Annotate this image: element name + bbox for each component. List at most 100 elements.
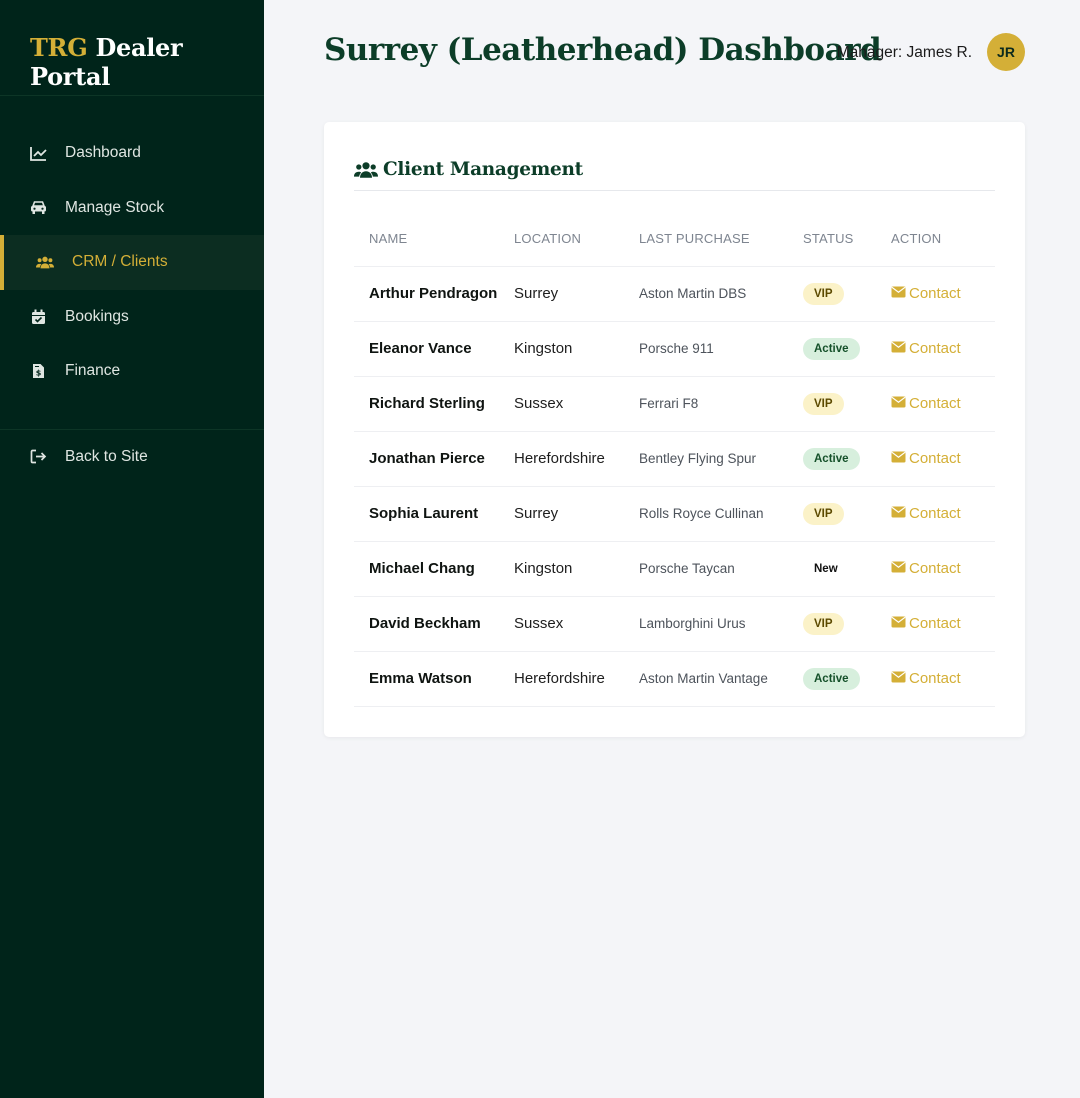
table-header-row: NAME LOCATION LAST PURCHASE STATUS ACTIO… [354, 211, 995, 267]
client-status-cell: Active [803, 431, 891, 487]
client-name: Arthur Pendragon [354, 266, 514, 322]
back-to-site-label: Back to Site [65, 447, 148, 465]
envelope-icon [891, 615, 909, 632]
client-action-cell: Contact [891, 486, 995, 542]
status-badge: Active [803, 447, 860, 470]
contact-label: Contact [909, 670, 961, 687]
client-status-cell: New [803, 541, 891, 597]
sidebar-divider: Back to Site [0, 428, 264, 484]
sidebar-item-label: Manage Stock [65, 198, 165, 216]
client-action-cell: Contact [891, 321, 995, 377]
client-action-cell: Contact [891, 266, 995, 322]
contact-button[interactable]: Contact [891, 670, 961, 687]
calendar-check-icon [29, 308, 47, 326]
client-status-cell: Active [803, 651, 891, 707]
page-title: Surrey (Leatherhead) Dashboard [324, 32, 882, 68]
table-row[interactable]: Michael Chang Kingston Porsche Taycan New Co… [354, 541, 995, 597]
sidebar-item-crm-clients[interactable]: CRM / Clients [0, 235, 264, 290]
client-action-cell: Contact [891, 541, 995, 597]
client-location: Surrey [514, 266, 639, 322]
client-name: Richard Sterling [354, 376, 514, 432]
avatar[interactable]: JR [987, 33, 1025, 71]
contact-label: Contact [909, 560, 961, 577]
card-title: Client Management [383, 159, 583, 180]
contact-button[interactable]: Contact [891, 505, 961, 522]
column-header-last-purchase[interactable]: LAST PURCHASE [639, 211, 803, 267]
sidebar-item-bookings[interactable]: Bookings [0, 290, 264, 345]
table-row[interactable]: Jonathan Pierce Herefordshire Bentley Flyi… [354, 431, 995, 487]
clients-table: NAME LOCATION LAST PURCHASE STATUS ACTIO… [354, 211, 995, 707]
client-location: Sussex [514, 596, 639, 652]
client-name: David Beckham [354, 596, 514, 652]
table-row[interactable]: Emma Watson Herefordshire Aston Martin Van… [354, 651, 995, 707]
contact-button[interactable]: Contact [891, 615, 961, 632]
table-row[interactable]: Eleanor Vance Kingston Porsche 911 Active Co… [354, 321, 995, 377]
sidebar-item-label: Bookings [65, 307, 129, 325]
column-header-location[interactable]: LOCATION [514, 211, 639, 267]
sign-out-icon [29, 448, 47, 466]
client-last-purchase: Rolls Royce Cullinan [639, 486, 803, 542]
status-badge: VIP [803, 392, 844, 415]
column-header-status[interactable]: STATUS [803, 211, 891, 267]
table-row[interactable]: Arthur Pendragon Surrey Aston Martin DBS VI… [354, 266, 995, 322]
svg-text:$: $ [35, 369, 41, 378]
card-header: Client Management [354, 122, 995, 191]
client-last-purchase: Bentley Flying Spur [639, 431, 803, 487]
car-icon [29, 199, 47, 217]
main-content: Surrey (Leatherhead) Dashboard Manager: … [264, 0, 1080, 1098]
client-status-cell: VIP [803, 596, 891, 652]
client-action-cell: Contact [891, 376, 995, 432]
envelope-icon [891, 340, 909, 357]
client-location: Herefordshire [514, 431, 639, 487]
envelope-icon [891, 450, 909, 467]
client-status-cell: VIP [803, 266, 891, 322]
back-to-site-link[interactable]: Back to Site [0, 430, 264, 484]
client-action-cell: Contact [891, 431, 995, 487]
client-status-cell: VIP [803, 486, 891, 542]
contact-button[interactable]: Contact [891, 340, 961, 357]
contact-button[interactable]: Contact [891, 560, 961, 577]
client-location: Surrey [514, 486, 639, 542]
client-last-purchase: Aston Martin DBS [639, 266, 803, 322]
table-row[interactable]: David Beckham Sussex Lamborghini Urus VIP Co… [354, 596, 995, 652]
status-badge: New [814, 562, 838, 575]
table-row[interactable]: Sophia Laurent Surrey Rolls Royce Cullinan… [354, 486, 995, 542]
client-last-purchase: Lamborghini Urus [639, 596, 803, 652]
sidebar-item-label: CRM / Clients [72, 253, 168, 271]
sidebar-item-manage-stock[interactable]: Manage Stock [0, 181, 264, 236]
client-location: Herefordshire [514, 651, 639, 707]
column-header-action: ACTION [891, 211, 995, 267]
invoice-dollar-icon: $ [29, 362, 47, 380]
contact-label: Contact [909, 395, 961, 412]
client-last-purchase: Ferrari F8 [639, 376, 803, 432]
sidebar-item-dashboard[interactable]: Dashboard [0, 126, 264, 181]
contact-label: Contact [909, 340, 961, 357]
status-badge: Active [803, 337, 860, 360]
brand-prefix: TRG [30, 33, 88, 62]
client-action-cell: Contact [891, 596, 995, 652]
client-name: Michael Chang [354, 541, 514, 597]
envelope-icon [891, 670, 909, 687]
client-last-purchase: Porsche Taycan [639, 541, 803, 597]
contact-label: Contact [909, 615, 961, 632]
sidebar-item-label: Finance [65, 362, 121, 380]
contact-button[interactable]: Contact [891, 285, 961, 302]
envelope-icon [891, 395, 909, 412]
client-name: Jonathan Pierce [354, 431, 514, 487]
contact-button[interactable]: Contact [891, 450, 961, 467]
envelope-icon [891, 505, 909, 522]
brand-logo[interactable]: TRG Dealer Portal [0, 0, 264, 96]
contact-button[interactable]: Contact [891, 395, 961, 412]
contact-label: Contact [909, 505, 961, 522]
client-last-purchase: Aston Martin Vantage [639, 651, 803, 707]
client-name: Eleanor Vance [354, 321, 514, 377]
status-badge: VIP [803, 612, 844, 635]
sidebar-item-finance[interactable]: $ Finance [0, 344, 264, 399]
sidebar-item-label: Dashboard [65, 144, 141, 162]
envelope-icon [891, 560, 909, 577]
status-badge: Active [803, 667, 860, 690]
column-header-name[interactable]: NAME [354, 211, 514, 267]
envelope-icon [891, 285, 909, 302]
table-row[interactable]: Richard Sterling Sussex Ferrari F8 VIP Conta… [354, 376, 995, 432]
client-location: Kingston [514, 541, 639, 597]
